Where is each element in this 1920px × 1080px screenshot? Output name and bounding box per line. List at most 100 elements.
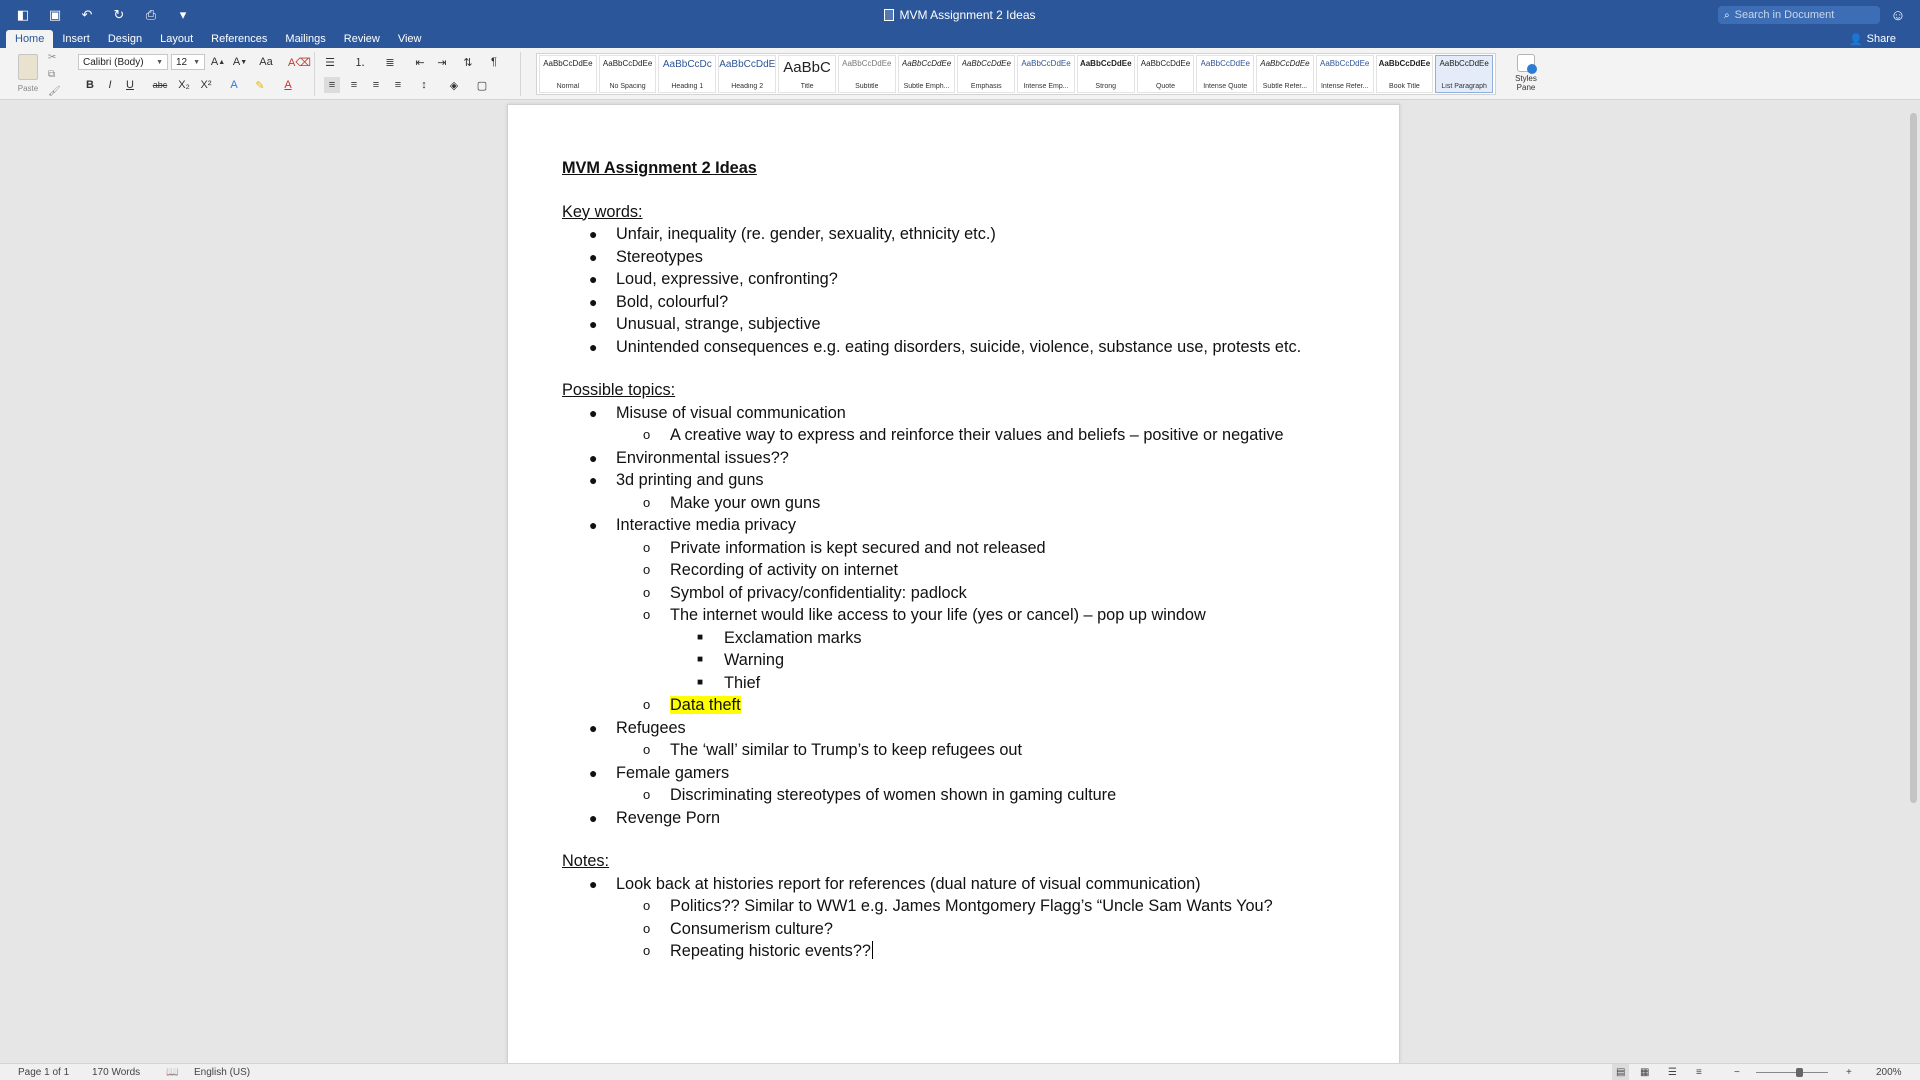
font-color-icon[interactable]: A xyxy=(280,77,296,93)
list-item[interactable]: ● Unintended consequences e.g. eating dis… xyxy=(562,336,1352,359)
styles-pane-button[interactable]: Styles Pane xyxy=(1510,54,1542,96)
document-body[interactable]: MVM Assignment 2 Ideas Key words: ● Unfair,… xyxy=(562,157,1352,963)
style-tile[interactable]: AaBbCcDdEe Subtle Refer... xyxy=(1256,55,1314,93)
feedback-smiley-icon[interactable]: ☺ xyxy=(1888,5,1908,25)
style-tile[interactable]: AaBbCcDdEe No Spacing xyxy=(598,55,657,93)
decrease-indent-icon[interactable]: ⇤ xyxy=(412,54,428,70)
list-item[interactable]: ● 3d printing and guns xyxy=(562,469,1352,492)
highlight-color-icon[interactable]: ✎ xyxy=(252,77,268,93)
subscript-icon[interactable]: X₂ xyxy=(176,77,192,93)
shading-icon[interactable]: ◈ xyxy=(446,77,462,93)
sidebar-toggle-icon[interactable]: ◧ xyxy=(12,4,34,26)
list-item[interactable]: ■ Exclamation marks xyxy=(562,627,1352,650)
bullets-icon[interactable]: ☰ xyxy=(322,54,338,70)
style-tile[interactable]: AaBbCcDdEe Intense Refer... xyxy=(1315,55,1374,93)
list-item[interactable]: o Private information is kept secured and… xyxy=(562,537,1352,560)
list-item[interactable]: ● Misuse of visual communication xyxy=(562,402,1352,425)
list-item[interactable]: ● Stereotypes xyxy=(562,246,1352,269)
list-item[interactable]: ● Unfair, inequality (re. gender, sexuali… xyxy=(562,223,1352,246)
superscript-icon[interactable]: X² xyxy=(198,77,214,93)
format-painter-icon[interactable]: 🖌 xyxy=(48,86,61,97)
show-formatting-icon[interactable]: ¶ xyxy=(486,54,502,70)
search-input[interactable] xyxy=(1734,9,1875,21)
style-tile[interactable]: AaBbCcDdEe Heading 2 xyxy=(718,55,777,93)
list-item[interactable]: o Symbol of privacy/confidentiality: padl… xyxy=(562,582,1352,605)
tab-design[interactable]: Design xyxy=(99,30,151,48)
sort-icon[interactable]: ⇅ xyxy=(460,54,476,70)
copy-icon[interactable]: ⧉ xyxy=(48,69,61,80)
share-button[interactable]: 👤 Share xyxy=(1849,30,1896,48)
list-item[interactable]: o Politics?? Similar to WW1 e.g. James Mo… xyxy=(562,895,1352,918)
style-tile[interactable]: AaBbCcDdEe Intense Quote xyxy=(1196,55,1255,93)
list-item[interactable]: o Discriminating stereotypes of women sho… xyxy=(562,784,1352,807)
zoom-slider-thumb[interactable] xyxy=(1796,1068,1803,1077)
list-item[interactable]: ● Look back at histories report for refer… xyxy=(562,873,1352,896)
tab-mailings[interactable]: Mailings xyxy=(276,30,334,48)
italic-icon[interactable]: I xyxy=(102,77,118,93)
line-spacing-icon[interactable]: ↕ xyxy=(416,77,432,93)
search-box[interactable]: ⌕ xyxy=(1718,6,1880,24)
align-center-icon[interactable]: ≡ xyxy=(346,77,362,93)
change-case-icon[interactable]: Aa xyxy=(258,54,274,70)
style-tile[interactable]: AaBbCcDdEe List Paragraph xyxy=(1435,55,1494,93)
zoom-level[interactable]: 200% xyxy=(1876,1064,1902,1080)
list-item[interactable]: ■ Warning xyxy=(562,649,1352,672)
list-item[interactable]: ● Female gamers xyxy=(562,762,1352,785)
style-tile[interactable]: AaBbCcDdEe Quote xyxy=(1136,55,1195,93)
style-tile[interactable]: AaBbCcDdEe Strong xyxy=(1076,55,1135,93)
list-item[interactable]: ● Unusual, strange, subjective xyxy=(562,313,1352,336)
section-heading[interactable]: Notes: xyxy=(562,850,1352,873)
numbering-icon[interactable]: ⒈ xyxy=(352,54,368,70)
clear-formatting-icon[interactable]: A⌫ xyxy=(288,54,311,70)
style-tile[interactable]: AaBbCcDdEe Intense Emp... xyxy=(1017,55,1075,93)
tab-insert[interactable]: Insert xyxy=(53,30,99,48)
customize-toolbar-icon[interactable]: ▾ xyxy=(172,4,194,26)
strikethrough-icon[interactable]: abc xyxy=(152,77,168,93)
style-tile[interactable]: AaBbCcDdEe Book Title xyxy=(1375,55,1434,93)
style-tile[interactable]: AaBbCcDdEe Emphasis xyxy=(957,55,1016,93)
paste-button[interactable]: Paste xyxy=(10,51,46,97)
save-icon[interactable]: ▣ xyxy=(44,4,66,26)
list-item[interactable]: o Recording of activity on internet xyxy=(562,559,1352,582)
undo-icon[interactable]: ↶ xyxy=(76,4,98,26)
list-item[interactable]: ● Environmental issues?? xyxy=(562,447,1352,470)
bold-icon[interactable]: B xyxy=(82,77,98,93)
document-title[interactable]: MVM Assignment 2 Ideas xyxy=(562,157,1352,180)
list-item[interactable]: o The internet would like access to your … xyxy=(562,604,1352,627)
list-item[interactable]: o Consumerism culture? xyxy=(562,918,1352,941)
font-size-select[interactable]: 12 ▼ xyxy=(171,54,205,70)
style-tile[interactable]: AaBbCcDdEe Subtitle xyxy=(837,55,896,93)
tab-review[interactable]: Review xyxy=(335,30,389,48)
list-item[interactable]: ● Bold, colourful? xyxy=(562,291,1352,314)
list-item[interactable]: ● Refugees xyxy=(562,717,1352,740)
tab-layout[interactable]: Layout xyxy=(151,30,202,48)
redo-icon[interactable]: ↻ xyxy=(108,4,130,26)
list-item[interactable]: ■ Thief xyxy=(562,672,1352,695)
grow-font-icon[interactable]: A ▲ xyxy=(210,54,226,70)
text-effects-icon[interactable]: A xyxy=(226,77,242,93)
style-tile[interactable]: AaBbC Title xyxy=(778,55,836,93)
underline-icon[interactable]: U xyxy=(122,77,138,93)
list-item[interactable]: o The ‘wall’ similar to Trump’s to keep r… xyxy=(562,739,1352,762)
web-layout-view-icon[interactable]: ▦ xyxy=(1640,1064,1649,1080)
section-heading[interactable]: Key words: xyxy=(562,201,1352,224)
document-page[interactable]: MVM Assignment 2 Ideas Key words: ● Unfair,… xyxy=(507,104,1400,1064)
align-left-icon[interactable]: ≡ xyxy=(324,77,340,93)
list-item[interactable]: ● Revenge Porn xyxy=(562,807,1352,830)
multilevel-list-icon[interactable]: ≣ xyxy=(382,54,398,70)
tab-references[interactable]: References xyxy=(202,30,276,48)
tab-home[interactable]: Home xyxy=(6,30,54,48)
list-item[interactable]: o Make your own guns xyxy=(562,492,1352,515)
proofing-icon[interactable]: 📖 xyxy=(166,1064,178,1080)
font-name-select[interactable]: Calibri (Body) ▼ xyxy=(78,54,168,70)
style-tile[interactable]: AaBbCcDdEe Normal xyxy=(539,55,597,93)
list-item[interactable]: o A creative way to express and reinforce… xyxy=(562,424,1352,447)
style-tile[interactable]: AaBbCcDc Heading 1 xyxy=(658,55,717,93)
zoom-slider[interactable] xyxy=(1756,1072,1828,1073)
print-layout-view-icon[interactable]: ▤ xyxy=(1612,1064,1630,1080)
language-indicator[interactable]: English (US) xyxy=(194,1064,250,1080)
tab-view[interactable]: View xyxy=(389,30,431,48)
cut-icon[interactable]: ✂ xyxy=(48,52,61,63)
page-count[interactable]: Page 1 of 1 xyxy=(18,1064,69,1080)
section-heading[interactable]: Possible topics: xyxy=(562,379,1352,402)
